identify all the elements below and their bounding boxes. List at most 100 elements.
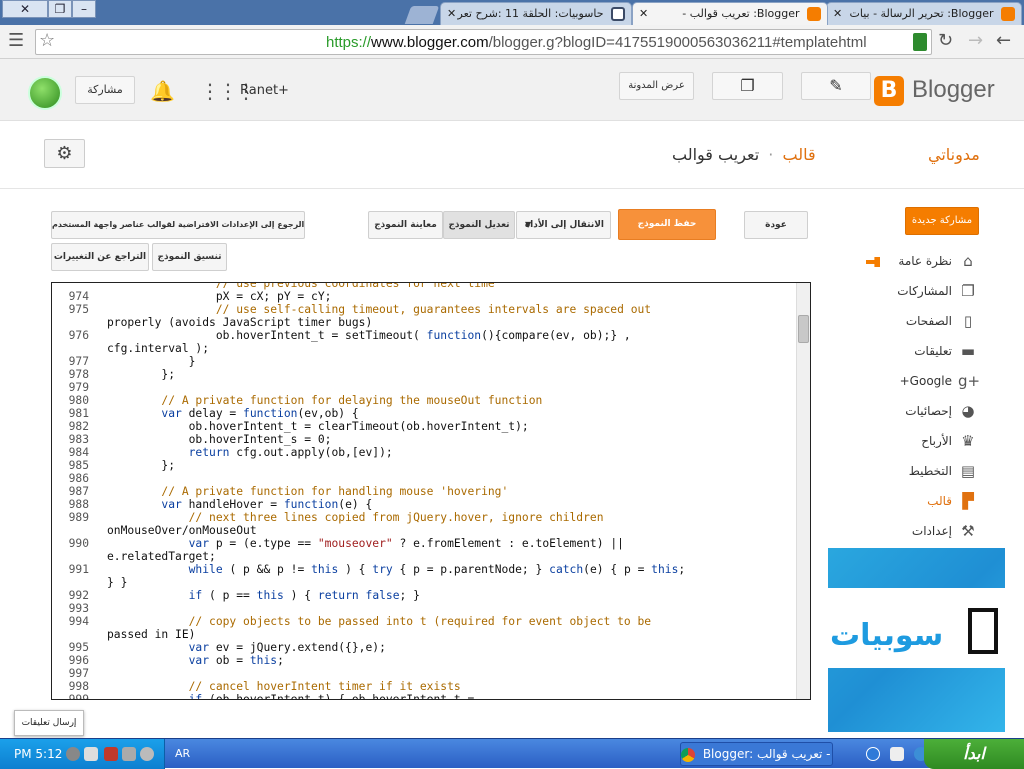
code-line[interactable]: 975 // use self-calling timeout, guarant… [52, 303, 797, 316]
code-line[interactable]: 995 var ev = jQuery.extend({},e); [52, 641, 797, 654]
start-button[interactable]: ابدأ [924, 739, 1024, 769]
address-bar[interactable]: ☆ https://www.blogger.com/blogger.g?blog… [35, 29, 932, 55]
code-line[interactable]: 998 // cancel hoverIntent timer if it ex… [52, 680, 797, 693]
new-post-button[interactable]: ✎ [801, 72, 871, 100]
code-line[interactable]: 979 [52, 381, 797, 394]
posts-list-button[interactable]: ❐ [712, 72, 783, 100]
edit-template-button[interactable]: تعديل النموذج [443, 211, 515, 239]
code-line[interactable]: 976 ob.hoverIntent_t = setTimeout( funct… [52, 329, 797, 342]
code-line[interactable]: 989 // next three lines copied from jQue… [52, 511, 797, 524]
sidebar-item-8[interactable]: التخطيط [909, 464, 952, 478]
code-line[interactable]: 984 return cfg.out.apply(ob,[ev]); [52, 446, 797, 459]
preview-template-button[interactable]: معاينة النموذج [368, 211, 443, 239]
code-line[interactable]: onMouseOver/onMouseOut [52, 524, 797, 537]
ie-quicklaunch-icon[interactable] [866, 747, 880, 761]
code-line[interactable]: 990 var p = (e.type == "mouseover" ? e.f… [52, 537, 797, 550]
code-line[interactable]: 981 var delay = function(ev,ob) { [52, 407, 797, 420]
home-icon: ⌂ [963, 252, 973, 270]
language-indicator[interactable]: AR [175, 747, 190, 760]
code-line[interactable]: passed in IE) [52, 628, 797, 641]
sidebar-item-9[interactable]: قالب [927, 494, 952, 508]
code-line[interactable]: 987 // A private function for handling m… [52, 485, 797, 498]
editor-scrollbar[interactable] [796, 283, 810, 699]
code-line[interactable]: 977 } [52, 355, 797, 368]
volume-icon[interactable] [140, 747, 154, 761]
breadcrumb-blog-name[interactable]: تعريب قوالب [672, 145, 759, 164]
undo-changes-button[interactable]: التراجع عن التغييرات [51, 243, 149, 271]
menu-icon[interactable]: ☰ [8, 29, 24, 53]
blogger-logo-icon[interactable]: B [874, 76, 904, 106]
sidebar-item-4[interactable]: تعليقات [914, 344, 952, 358]
jump-to-widget-dropdown[interactable]: ▼ الانتقال إلى الأداة [516, 211, 611, 239]
system-tray: PM 5:12 [0, 739, 165, 769]
minimize-window-button[interactable]: – [72, 0, 96, 18]
code-line[interactable]: 983 ob.hoverIntent_s = 0; [52, 433, 797, 446]
close-window-button[interactable]: ✕ [2, 0, 48, 18]
code-line[interactable]: 999 if (ob.hoverIntent_t) { ob.hoverInte… [52, 693, 797, 700]
template-code-editor[interactable]: // use previous coordinates for next tim… [51, 282, 811, 700]
blogger-logo-text[interactable]: Blogger [912, 76, 995, 104]
code-line[interactable]: e.relatedTarget; [52, 550, 797, 563]
code-line[interactable]: properly (avoids JavaScript timer bugs) [52, 316, 797, 329]
code-line[interactable]: // use previous coordinates for next tim… [52, 283, 797, 290]
tab-close-icon[interactable]: ✕ [447, 3, 456, 25]
view-blog-button[interactable]: عرض المدونة [619, 72, 694, 100]
code-line[interactable]: cfg.interval ); [52, 342, 797, 355]
code-line[interactable]: 980 // A private function for delaying t… [52, 394, 797, 407]
settings-gear-button[interactable]: ⚙ [44, 139, 85, 168]
notification-bell-icon[interactable]: 🔔 [150, 79, 175, 103]
code-line[interactable]: 982 ob.hoverIntent_t = clearTimeout(ob.h… [52, 420, 797, 433]
code-line[interactable]: 992 if ( p == this ) { return false; } [52, 589, 797, 602]
reload-icon[interactable]: ↻ [938, 29, 953, 53]
tab-close-icon[interactable]: ✕ [833, 3, 842, 25]
my-blogs-link[interactable]: مدوناتي [928, 145, 980, 164]
code-line[interactable]: 974 pX = cX; pY = cY; [52, 290, 797, 303]
back-icon[interactable]: ← [996, 29, 1011, 53]
send-feedback-button[interactable]: إرسال تعليقات [14, 710, 84, 736]
sidebar-item-3[interactable]: الصفحات [906, 314, 952, 328]
ranet-profile-link[interactable]: Ranet+ [240, 83, 289, 98]
bookmark-star-icon[interactable]: ☆ [39, 30, 55, 51]
tray-app-icon[interactable] [66, 747, 80, 761]
tab-blogger-template[interactable]: ✕ Blogger: تعريب قوالب - [632, 2, 828, 25]
sidebar-item-1[interactable]: نظرة عامة [898, 254, 952, 268]
line-number: 999 [68, 693, 89, 700]
sidebar-item-7[interactable]: الأرباح [921, 434, 952, 448]
windows-taskbar: PM 5:12 AR Blogger: تعريب قوالب - ... اب… [0, 738, 1024, 769]
tab-hasobiyat[interactable]: ✕ حاسوبيات: الحلقة 11 :شرح تعر [440, 2, 632, 25]
scrollbar-thumb[interactable] [798, 315, 809, 343]
share-button[interactable]: مشاركة [75, 76, 135, 104]
sidebar-item-2[interactable]: المشاركات [897, 284, 952, 298]
code-lines[interactable]: // use previous coordinates for next tim… [52, 283, 797, 700]
taskbar-task-chrome[interactable]: Blogger: تعريب قوالب - ... [680, 742, 833, 766]
antivirus-icon[interactable] [104, 747, 118, 761]
show-desktop-icon[interactable] [890, 747, 904, 761]
code-line[interactable]: 986 [52, 472, 797, 485]
code-line[interactable]: 988 var handleHover = function(e) { [52, 498, 797, 511]
sidebar-item-5[interactable]: Google+ [900, 374, 952, 388]
tab-blogger-edit-post[interactable]: ✕ Blogger: تحرير الرسالة - بيات [826, 2, 1022, 25]
revert-widget-defaults-button[interactable]: الرجوع إلى الإعدادات الافتراضية لقوالب ع… [51, 211, 305, 239]
new-tab-button[interactable] [404, 6, 440, 24]
profile-avatar[interactable] [28, 76, 62, 110]
sidebar-item-10[interactable]: إعدادات [912, 524, 952, 538]
code-line[interactable]: 994 // copy objects to be passed into t … [52, 615, 797, 628]
code-line[interactable]: 993 [52, 602, 797, 615]
restore-window-button[interactable]: ❐ [48, 0, 72, 18]
sidebar-item-6[interactable]: إحصائيات [905, 404, 952, 418]
code-line[interactable]: 996 var ob = this; [52, 654, 797, 667]
forward-icon[interactable]: → [968, 29, 983, 53]
code-line[interactable]: 978 }; [52, 368, 797, 381]
format-template-button[interactable]: تنسيق النموذج [152, 243, 227, 271]
code-line[interactable]: 997 [52, 667, 797, 680]
code-line[interactable]: 991 while ( p && p != this ) { try { p =… [52, 563, 797, 576]
code-line[interactable]: } } [52, 576, 797, 589]
back-button[interactable]: عودة [744, 211, 808, 239]
save-template-button[interactable]: حفظ النموذج [618, 209, 716, 240]
tab-close-icon[interactable]: ✕ [639, 3, 648, 25]
network-icon[interactable] [84, 747, 98, 761]
clock[interactable]: PM 5:12 [14, 747, 62, 761]
new-post-sidebar-button[interactable]: مشاركة جديدة [905, 207, 979, 235]
code-line[interactable]: 985 }; [52, 459, 797, 472]
safely-remove-icon[interactable] [122, 747, 136, 761]
